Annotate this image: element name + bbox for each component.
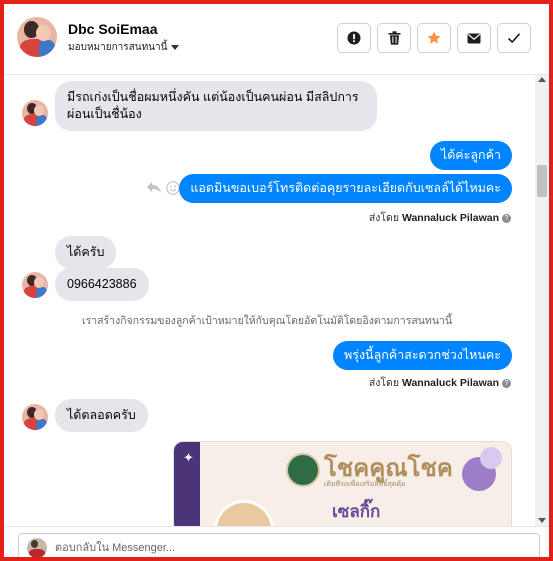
- chevron-down-icon: [171, 44, 180, 50]
- decor-circle: [480, 447, 502, 469]
- incoming-message[interactable]: มีรถเก่งเป็นชื่อผมหนึ่งคัน แต่น้องเป็นคน…: [55, 81, 377, 131]
- alert-icon: [347, 31, 361, 45]
- sent-by-label: ส่งโดย Wannaluck Pilawan?: [369, 209, 511, 226]
- incoming-message-phone[interactable]: 0966423886: [55, 268, 149, 301]
- assign-label: มอบหมายการสนทนานี้: [68, 42, 168, 53]
- delete-button[interactable]: [377, 23, 411, 53]
- contact-name[interactable]: Dbc SoiEmaa: [68, 21, 157, 37]
- reply-input[interactable]: [55, 537, 525, 557]
- assign-conversation-dropdown[interactable]: มอบหมายการสนทนานี้: [68, 40, 180, 55]
- image-attachment[interactable]: ✦ โชคคูณโชค เติมทีรถเพื่อเสริมสิทธิ์สุดค…: [173, 441, 512, 526]
- outgoing-message[interactable]: ได้ค่ะลูกค้า: [429, 141, 512, 170]
- reply-icon[interactable]: [146, 181, 162, 194]
- scroll-down-arrow-icon[interactable]: [538, 518, 546, 523]
- envelope-icon: [467, 33, 481, 43]
- outgoing-message[interactable]: พรุ่งนี้ลูกค้าสะดวกช่วงไหนคะ: [332, 341, 512, 370]
- contact-avatar-small: [22, 272, 48, 298]
- inbox-window: Dbc SoiEmaa มอบหมายการสนทนานี้ มีรถเก่งเ…: [0, 0, 553, 561]
- star-icon: [427, 31, 441, 44]
- thread-scrollbar[interactable]: [535, 75, 549, 526]
- sent-by-label: ส่งโดย Wannaluck Pilawan?: [369, 374, 511, 391]
- system-note: เราสร้างกิจกรรมของลูกค้าเป้าหมายให้กับคุ…: [82, 315, 453, 327]
- done-button[interactable]: [497, 23, 531, 53]
- salesperson-photo: [214, 500, 274, 526]
- star-button[interactable]: [417, 23, 451, 53]
- promo-tagline: เติมทีรถเพื่อเสริมสิทธิ์สุดคุ้ม: [324, 481, 406, 488]
- sent-by-prefix: ส่งโดย: [368, 212, 400, 224]
- brand-logo: [286, 453, 320, 487]
- help-icon[interactable]: ?: [502, 378, 511, 388]
- scroll-thumb[interactable]: [537, 165, 547, 197]
- mark-unread-button[interactable]: [457, 23, 491, 53]
- mark-spam-button[interactable]: [337, 23, 371, 53]
- conversation-actions: [337, 23, 531, 53]
- sparkle-icon: ✦: [183, 450, 194, 465]
- sender-name[interactable]: Wannaluck Pilawan: [402, 212, 499, 224]
- sender-name[interactable]: Wannaluck Pilawan: [402, 377, 499, 389]
- scroll-up-arrow-icon[interactable]: [538, 77, 546, 82]
- promo-subtitle: เซลกิ๊ก: [332, 502, 381, 521]
- message-thread[interactable]: มีรถเก่งเป็นชื่อผมหนึ่งคัน แต่น้องเป็นคน…: [4, 75, 535, 526]
- message-hover-actions: [146, 181, 180, 195]
- conversation-header: Dbc SoiEmaa มอบหมายการสนทนานี้: [4, 4, 549, 75]
- sent-by-prefix: ส่งโดย: [368, 377, 400, 389]
- checkmark-icon: [507, 33, 521, 44]
- contact-avatar-small: [22, 404, 48, 430]
- contact-avatar[interactable]: [17, 17, 57, 57]
- page-avatar: [27, 538, 47, 557]
- contact-avatar-small: [22, 100, 48, 126]
- incoming-message[interactable]: ได้ครับ: [55, 236, 117, 269]
- reply-composer: [4, 526, 549, 557]
- reply-box[interactable]: [18, 533, 540, 557]
- trash-icon: [388, 31, 400, 45]
- emoji-icon[interactable]: [166, 181, 180, 195]
- outgoing-message[interactable]: แอดมินขอเบอร์โทรติดต่อคุยรายละเอียดกับเซ…: [179, 174, 512, 203]
- incoming-message[interactable]: ได้ตลอดครับ: [55, 399, 148, 432]
- help-icon[interactable]: ?: [502, 213, 511, 223]
